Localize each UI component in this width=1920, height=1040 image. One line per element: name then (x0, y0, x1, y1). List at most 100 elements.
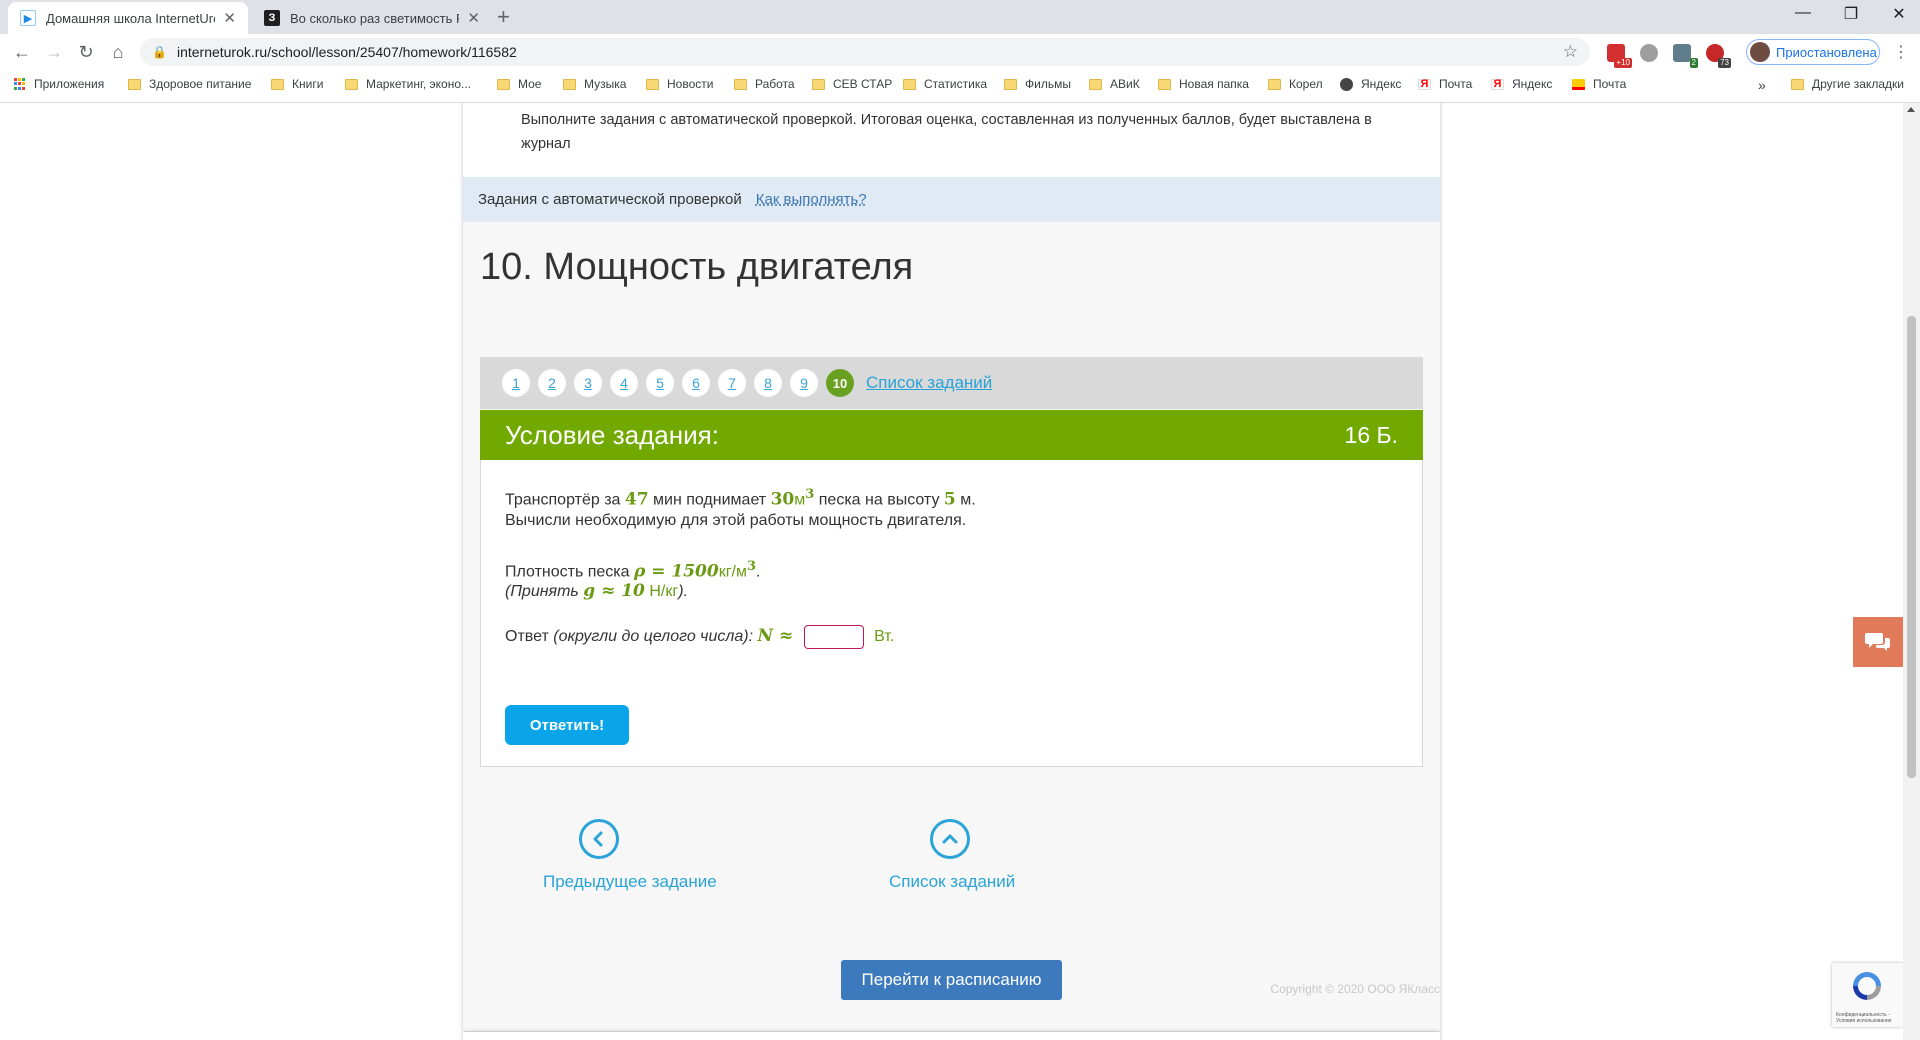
submit-answer-button[interactable]: Ответить! (505, 705, 629, 745)
scroll-up-icon[interactable] (1907, 107, 1915, 112)
bookmark-label: Музыка (584, 77, 627, 91)
density-exponent: 3 (746, 559, 757, 574)
home-icon[interactable]: ⌂ (106, 40, 130, 64)
reload-icon[interactable]: ↻ (74, 40, 98, 64)
pager-item-7[interactable]: 7 (718, 369, 746, 397)
page-viewport: Выполните задания с автоматической прове… (0, 103, 1903, 1040)
task-line-2: Вычисли необходимую для этой работы мощн… (505, 512, 967, 529)
bookmark-label: Маркетинг, эконо... (366, 77, 472, 91)
extension-icon[interactable] (1640, 44, 1658, 62)
menu-dots-icon[interactable]: ⋮ (1893, 42, 1909, 62)
folder-icon (1089, 78, 1102, 90)
forward-arrow-icon[interactable]: → (42, 40, 66, 64)
bookmark-mail[interactable]: Почта (1572, 77, 1626, 91)
bookmark-folder[interactable]: Новая папка (1158, 77, 1249, 91)
bookmark-folder[interactable]: Маркетинг, эконо... (345, 77, 471, 91)
tab-title: Домашняя школа InternetUrok.r (46, 10, 215, 26)
profile-button[interactable]: Приостановлена (1746, 39, 1880, 65)
pager-item-5[interactable]: 5 (646, 369, 674, 397)
bookmark-folder[interactable]: АВиК (1089, 77, 1140, 91)
answer-unit: Вт. (874, 628, 895, 646)
close-window-button[interactable]: ✕ (1884, 4, 1914, 24)
text: м. (960, 491, 976, 509)
task-list-link[interactable]: Список заданий (866, 373, 992, 393)
tab-interneturok[interactable]: ▶ Домашняя школа InternetUrok.r ✕ (8, 2, 248, 34)
text: мин поднимает (653, 491, 767, 509)
page-scrollbar[interactable] (1903, 103, 1920, 1040)
pager-item-4[interactable]: 4 (610, 369, 638, 397)
answer-row: Ответ (округли до целого числа): N ≈ Вт. (505, 625, 894, 649)
bookmark-folder[interactable]: Музыка (563, 77, 626, 91)
bookmark-folder[interactable]: СЕВ СТАР (812, 77, 892, 91)
bookmark-folder[interactable]: Фильмы (1004, 77, 1071, 91)
extension-icon[interactable]: +10 (1607, 44, 1632, 68)
new-tab-button[interactable]: + (497, 5, 510, 29)
bookmark-star-icon[interactable]: ☆ (1563, 42, 1578, 62)
bookmark-folder[interactable]: Работа (734, 77, 795, 91)
how-to-link[interactable]: Как выполнять? (756, 191, 867, 208)
bookmark-yandex[interactable]: Яндекс (1340, 77, 1401, 91)
pager-item-6[interactable]: 6 (682, 369, 710, 397)
bookmark-folder[interactable]: Здоровое питание (128, 77, 251, 91)
recaptcha-badge[interactable]: Конфиденциальность - Условия использован… (1832, 963, 1903, 1027)
task-header-title: Условие задания: (505, 419, 719, 450)
folder-icon (646, 78, 659, 90)
avatar (1750, 42, 1770, 62)
previous-task-link[interactable]: Предыдущее задание (543, 872, 717, 892)
pager-item-9[interactable]: 9 (790, 369, 818, 397)
bookmarks-overflow-icon[interactable]: » (1758, 77, 1766, 93)
extension-badge: +10 (1614, 58, 1632, 68)
bookmark-yandex[interactable]: Я Яндекс (1491, 77, 1552, 91)
play-icon: ▶ (20, 10, 36, 26)
extension-icon[interactable]: 73 (1706, 44, 1731, 68)
bookmark-label: Фильмы (1025, 77, 1071, 91)
pager-item-8[interactable]: 8 (754, 369, 782, 397)
task-list-up-icon[interactable] (930, 819, 970, 859)
bookmark-apps[interactable]: Приложения (14, 77, 104, 91)
bookmark-folder[interactable]: Мое (497, 77, 541, 91)
extension-icon[interactable]: 2 (1673, 44, 1698, 68)
volume-value: 30 (770, 489, 795, 510)
answer-input[interactable] (803, 625, 864, 649)
text: песка на высоту (818, 491, 940, 509)
tab-znanija[interactable]: З Во сколько раз светимость Риге ✕ (252, 2, 492, 34)
task-list-bottom-link[interactable]: Список заданий (889, 872, 1015, 892)
gravity-formula: g ≈ 10 (583, 581, 645, 601)
go-to-schedule-button[interactable]: Перейти к расписанию (841, 960, 1062, 1000)
intro-text: Выполните задания с автоматической прове… (521, 112, 1372, 152)
scrollbar-thumb[interactable] (1907, 316, 1916, 778)
answer-variable: N ≈ (757, 626, 794, 647)
chat-icon[interactable] (1853, 617, 1903, 667)
address-bar[interactable]: 🔒 interneturok.ru/school/lesson/25407/ho… (140, 38, 1590, 66)
other-bookmarks[interactable]: Другие закладки (1791, 77, 1904, 91)
folder-icon (1004, 78, 1017, 90)
tab-title: Во сколько раз светимость Риге (290, 10, 459, 26)
bookmark-label: Другие закладки (1812, 77, 1904, 91)
minimize-button[interactable]: — (1788, 4, 1818, 22)
bookmark-label: Корел (1289, 77, 1323, 91)
close-tab-icon[interactable]: ✕ (223, 9, 236, 27)
folder-icon (271, 78, 284, 90)
bookmark-folder[interactable]: Книги (271, 77, 323, 91)
previous-task-icon[interactable] (579, 819, 619, 859)
bookmark-folder[interactable]: Корел (1268, 77, 1323, 91)
auto-check-strip: Задания с автоматической проверкой Как в… (463, 177, 1440, 222)
bookmark-label: Здоровое питание (149, 77, 252, 91)
bookmark-mail[interactable]: Я Почта (1418, 77, 1472, 91)
recaptcha-text: Конфиденциальность - Условия использован… (1836, 1012, 1892, 1024)
folder-icon (128, 78, 141, 90)
close-tab-icon[interactable]: ✕ (467, 9, 480, 27)
restore-button[interactable]: ❐ (1836, 4, 1866, 24)
task-line-1: Транспортёр за 47 мин поднимает 30м3 пес… (505, 484, 976, 511)
bookmark-folder[interactable]: Статистика (903, 77, 987, 91)
time-value: 47 (624, 489, 649, 510)
bookmark-folder[interactable]: Новости (646, 77, 713, 91)
next-section-card (463, 1032, 1440, 1040)
pager-item-3[interactable]: 3 (574, 369, 602, 397)
back-arrow-icon[interactable]: ← (10, 40, 34, 64)
folder-icon (1158, 78, 1171, 90)
bookmarks-bar: Приложения Здоровое питание Книги Маркет… (0, 70, 1920, 103)
pager-item-1[interactable]: 1 (502, 369, 530, 397)
pager-item-2[interactable]: 2 (538, 369, 566, 397)
yandex-icon: Я (1491, 78, 1504, 90)
